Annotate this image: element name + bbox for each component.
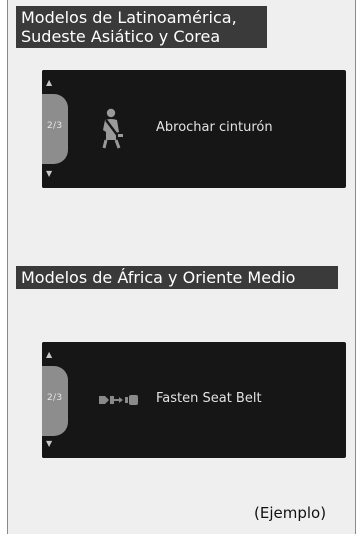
message-text: Abrochar cinturón (156, 120, 273, 135)
page-scroll-bar[interactable]: ▲ 2/3 ▼ (42, 70, 70, 188)
scroll-up-arrow-icon[interactable]: ▲ (46, 79, 52, 87)
scroll-down-arrow-icon[interactable]: ▼ (46, 440, 52, 448)
scroll-up-arrow-icon[interactable]: ▲ (46, 351, 52, 359)
section-header-latam: Modelos de Latinoamérica, Sudeste Asiáti… (16, 6, 267, 48)
example-caption: (Ejemplo) (254, 504, 327, 522)
page-indicator-text: 2/3 (47, 121, 63, 131)
page-indicator-text: 2/3 (47, 393, 63, 403)
scroll-down-arrow-icon[interactable]: ▼ (46, 170, 52, 178)
seatbelt-pretensioner-icon (99, 394, 143, 406)
message-text: Fasten Seat Belt (156, 391, 262, 406)
manual-panel: Modelos de Latinoamérica, Sudeste Asiáti… (7, 0, 356, 534)
seatbelt-reminder-icon (98, 108, 128, 150)
instrument-display-latam: ▲ 2/3 ▼ Abrochar cinturón (42, 70, 346, 188)
page-scroll-bar[interactable]: ▲ 2/3 ▼ (42, 342, 70, 458)
instrument-display-africa-middle-east: ▲ 2/3 ▼ Fasten Seat Belt (42, 342, 346, 458)
section-header-africa-middle-east: Modelos de África y Oriente Medio (16, 266, 338, 289)
